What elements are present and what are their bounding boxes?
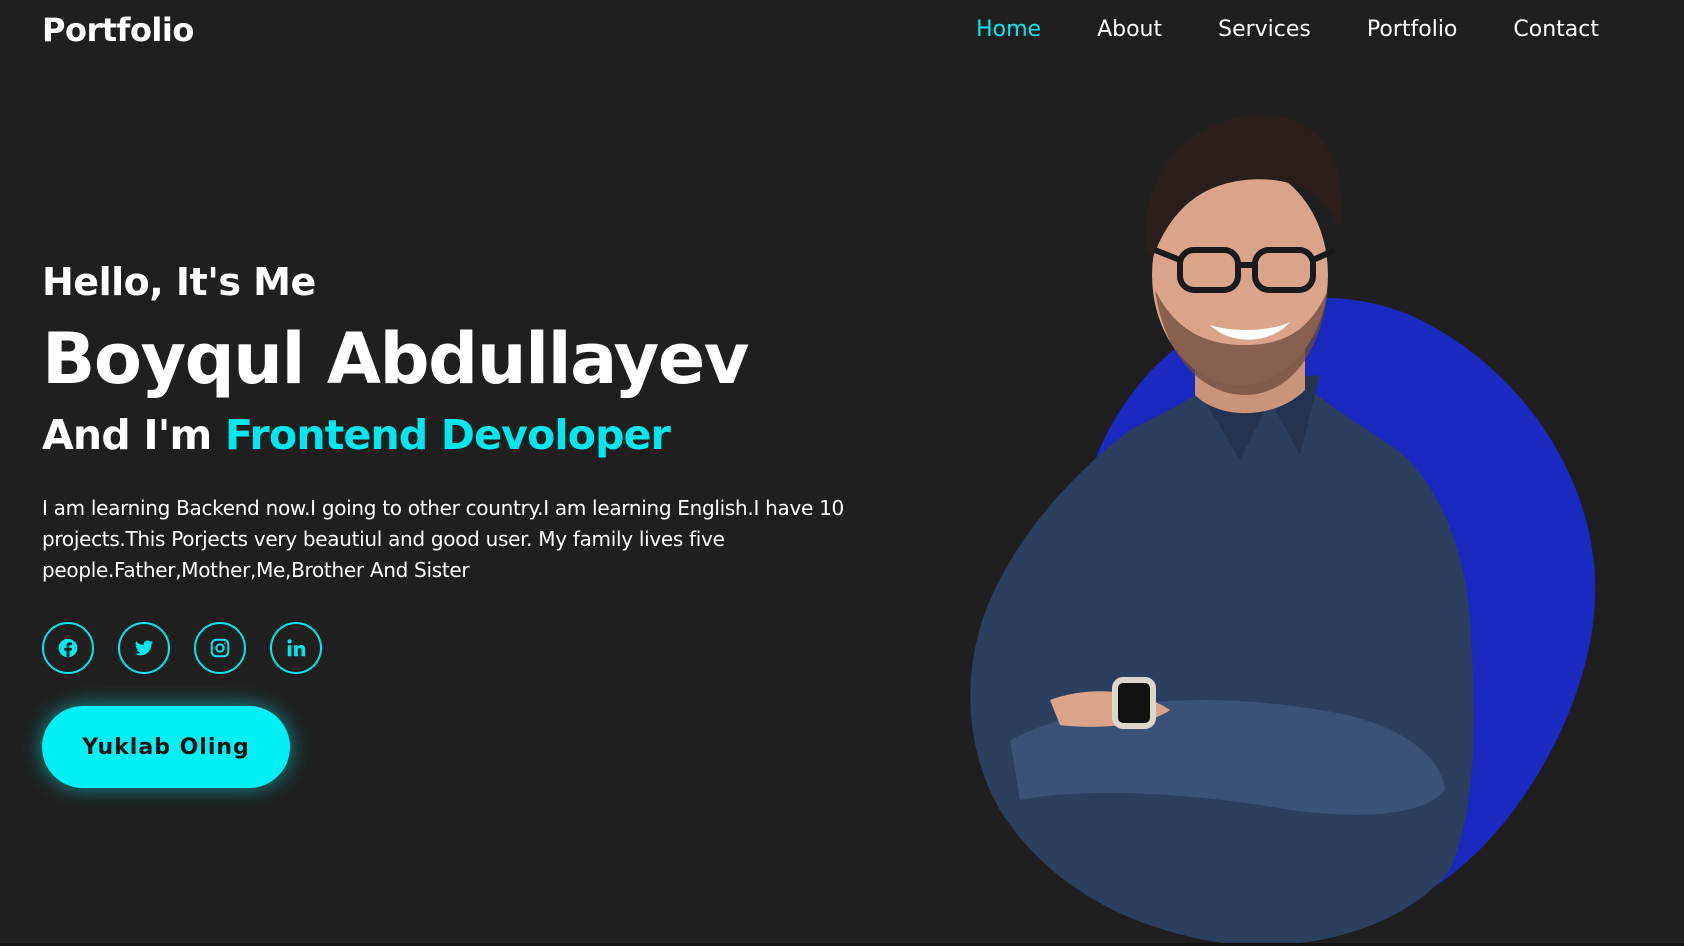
download-button[interactable]: Yuklab Oling (42, 706, 290, 788)
facebook-link[interactable] (42, 622, 94, 674)
main-nav: Home About Services Portfolio Contact (920, 15, 1599, 45)
hero-section: Hello, It's Me Boyqul Abdullayev And I'm… (42, 255, 922, 788)
nav-portfolio[interactable]: Portfolio (1367, 15, 1458, 45)
facebook-icon (58, 638, 78, 658)
twitter-link[interactable] (118, 622, 170, 674)
hero-portrait (940, 100, 1640, 946)
logo[interactable]: Portfolio (42, 11, 194, 49)
nav-services[interactable]: Services (1218, 15, 1311, 45)
greeting: Hello, It's Me (42, 260, 316, 304)
role-highlight: Frontend Devoloper (224, 411, 671, 459)
instagram-link[interactable] (194, 622, 246, 674)
portrait-illustration (970, 114, 1596, 946)
social-links (42, 622, 922, 674)
portfolio-page: Portfolio Home About Services Portfolio … (0, 0, 1684, 946)
shirt-shape (970, 380, 1474, 946)
nav-about[interactable]: About (1097, 15, 1162, 45)
watch-shape (1112, 677, 1156, 729)
role-prefix: And I'm (42, 411, 225, 459)
hero-role: And I'm Frontend Devoloper (42, 407, 922, 463)
linkedin-link[interactable] (270, 622, 322, 674)
linkedin-icon (287, 639, 306, 657)
nav-contact[interactable]: Contact (1513, 15, 1599, 45)
twitter-icon (134, 640, 154, 656)
site-header: Portfolio Home About Services Portfolio … (0, 0, 1684, 62)
nav-home[interactable]: Home (976, 15, 1041, 45)
instagram-icon (210, 638, 230, 658)
hero-name: Boyqul Abdullayev (42, 318, 749, 400)
hero-description: I am learning Backend now.I going to oth… (42, 496, 844, 582)
